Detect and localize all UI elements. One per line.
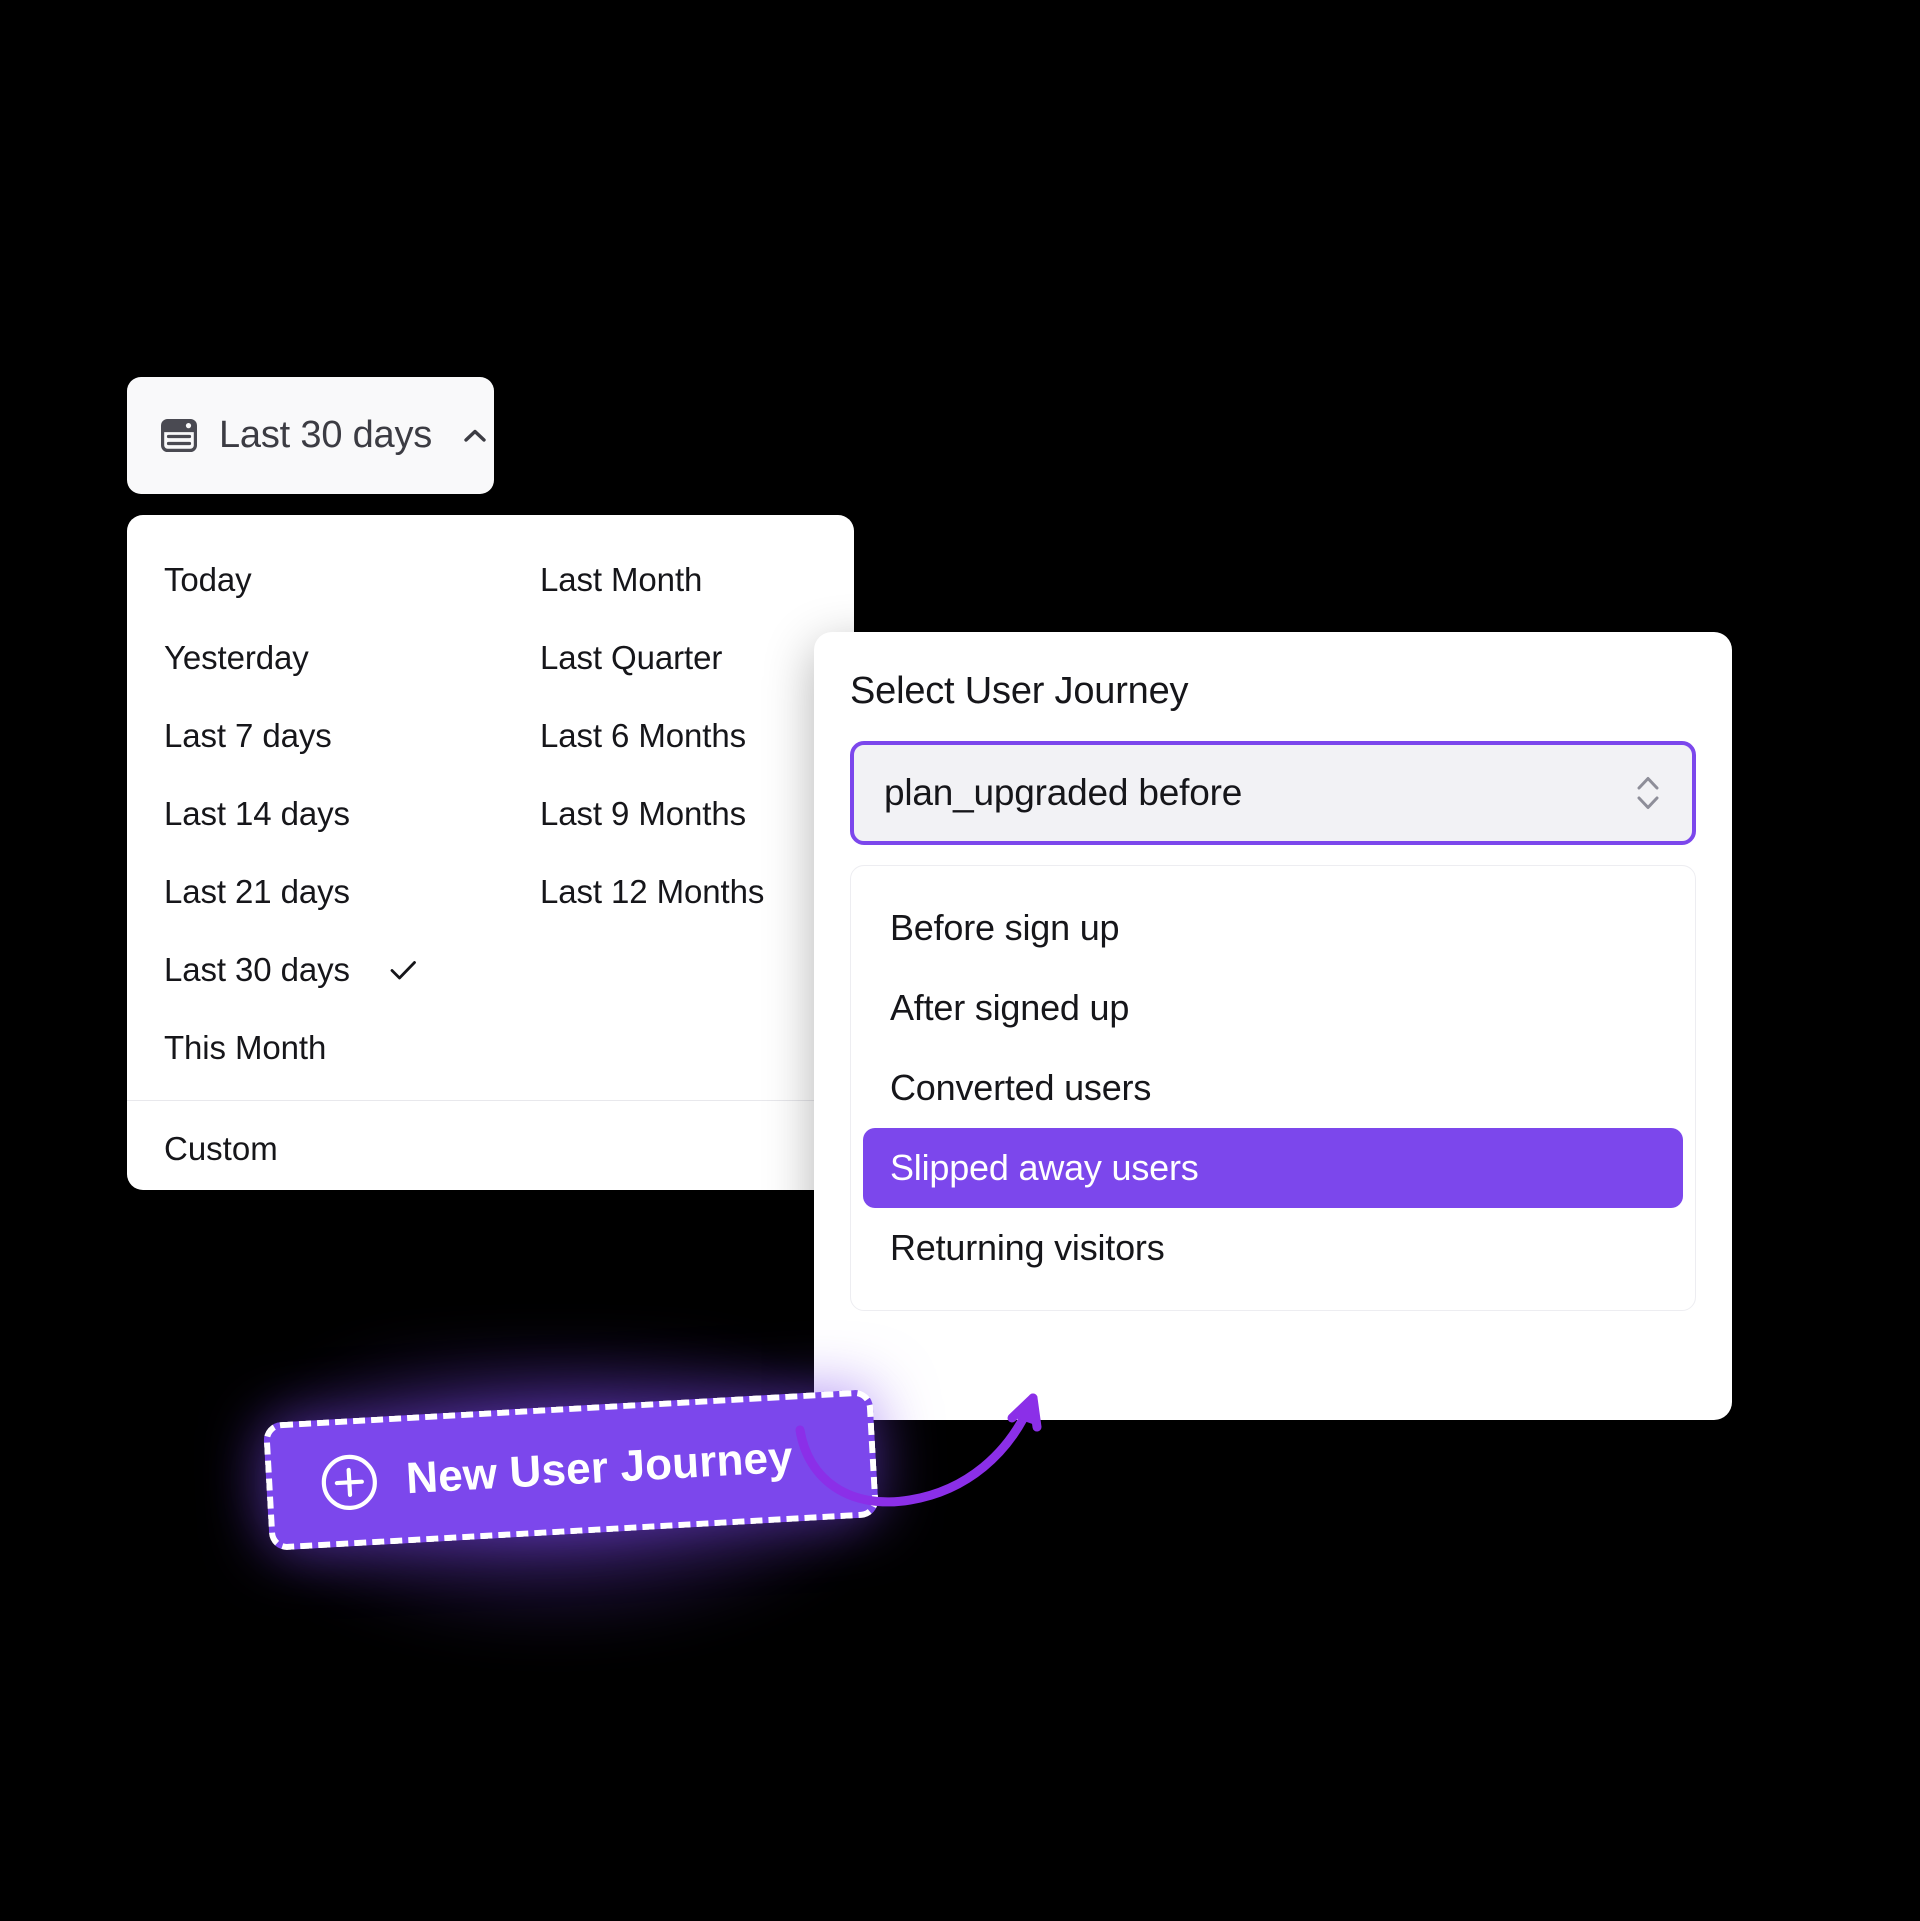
date-option-last-quarter[interactable]: Last Quarter	[503, 619, 854, 697]
chevron-up-down-icon[interactable]	[1634, 770, 1662, 816]
date-option-last-21-days[interactable]: Last 21 days	[127, 853, 503, 931]
date-option-last-7-days[interactable]: Last 7 days	[127, 697, 503, 775]
journey-option-label: Converted users	[890, 1067, 1152, 1108]
date-option-last-month[interactable]: Last Month	[503, 541, 854, 619]
date-option-label: Last 6 Months	[540, 717, 746, 754]
new-user-journey-label: New User Journey	[404, 1432, 795, 1504]
date-range-trigger[interactable]: Last 30 days	[127, 377, 494, 494]
date-option-label: Last Quarter	[540, 639, 723, 676]
date-option-label: This Month	[164, 1029, 327, 1066]
journey-option-returning-visitors[interactable]: Returning visitors	[863, 1208, 1683, 1288]
chevron-up-icon[interactable]	[460, 421, 490, 451]
panel-title: Select User Journey	[850, 670, 1189, 712]
screenshot-stage: Last 30 days Today Yesterday Last 7 days	[0, 0, 1920, 1921]
date-option-last-9-months[interactable]: Last 9 Months	[503, 775, 854, 853]
date-range-column-right: Last Month Last Quarter Last 6 Months La…	[503, 541, 854, 1087]
plus-circle-icon	[319, 1452, 380, 1513]
date-option-label: Last Month	[540, 561, 703, 598]
date-option-label: Yesterday	[164, 639, 309, 676]
date-option-yesterday[interactable]: Yesterday	[127, 619, 503, 697]
date-option-label: Last 30 days	[164, 951, 350, 988]
check-icon	[388, 955, 418, 985]
date-option-label: Last 9 Months	[540, 795, 746, 832]
date-option-label: Today	[164, 561, 252, 598]
date-range-label: Last 30 days	[219, 414, 433, 456]
user-journey-select-value: plan_upgraded before	[884, 772, 1243, 813]
date-option-label: Last 14 days	[164, 795, 350, 832]
date-range-grid: Today Yesterday Last 7 days Last 14 days…	[127, 541, 854, 1087]
journey-option-slipped-away-users[interactable]: Slipped away users	[863, 1128, 1683, 1208]
date-option-label: Last 21 days	[164, 873, 350, 910]
journey-option-converted-users[interactable]: Converted users	[863, 1048, 1683, 1128]
date-option-label: Custom	[164, 1130, 278, 1167]
calendar-icon	[161, 419, 197, 452]
date-option-last-30-days[interactable]: Last 30 days	[127, 931, 503, 1009]
date-option-this-month[interactable]: This Month	[127, 1009, 503, 1087]
journey-option-after-signed-up[interactable]: After signed up	[863, 968, 1683, 1048]
user-journey-select[interactable]: plan_upgraded before	[850, 741, 1696, 845]
user-journey-options-list: Before sign up After signed up Converted…	[850, 865, 1696, 1311]
journey-option-label: Slipped away users	[890, 1147, 1199, 1188]
journey-option-label: After signed up	[890, 987, 1130, 1028]
date-option-last-12-months[interactable]: Last 12 Months	[503, 853, 854, 931]
date-option-custom[interactable]: Custom	[127, 1101, 854, 1190]
date-option-last-6-months[interactable]: Last 6 Months	[503, 697, 854, 775]
journey-option-before-sign-up[interactable]: Before sign up	[863, 888, 1683, 968]
date-range-dropdown[interactable]: Today Yesterday Last 7 days Last 14 days…	[127, 515, 854, 1190]
date-option-today[interactable]: Today	[127, 541, 503, 619]
date-option-label: Last 12 Months	[540, 873, 765, 910]
date-option-last-14-days[interactable]: Last 14 days	[127, 775, 503, 853]
new-user-journey-button[interactable]: New User Journey	[262, 1389, 880, 1551]
date-range-column-left: Today Yesterday Last 7 days Last 14 days…	[127, 541, 503, 1087]
select-user-journey-panel: Select User Journey plan_upgraded before…	[814, 632, 1732, 1420]
date-option-label: Last 7 days	[164, 717, 332, 754]
journey-option-label: Before sign up	[890, 907, 1120, 948]
journey-option-label: Returning visitors	[890, 1227, 1165, 1268]
